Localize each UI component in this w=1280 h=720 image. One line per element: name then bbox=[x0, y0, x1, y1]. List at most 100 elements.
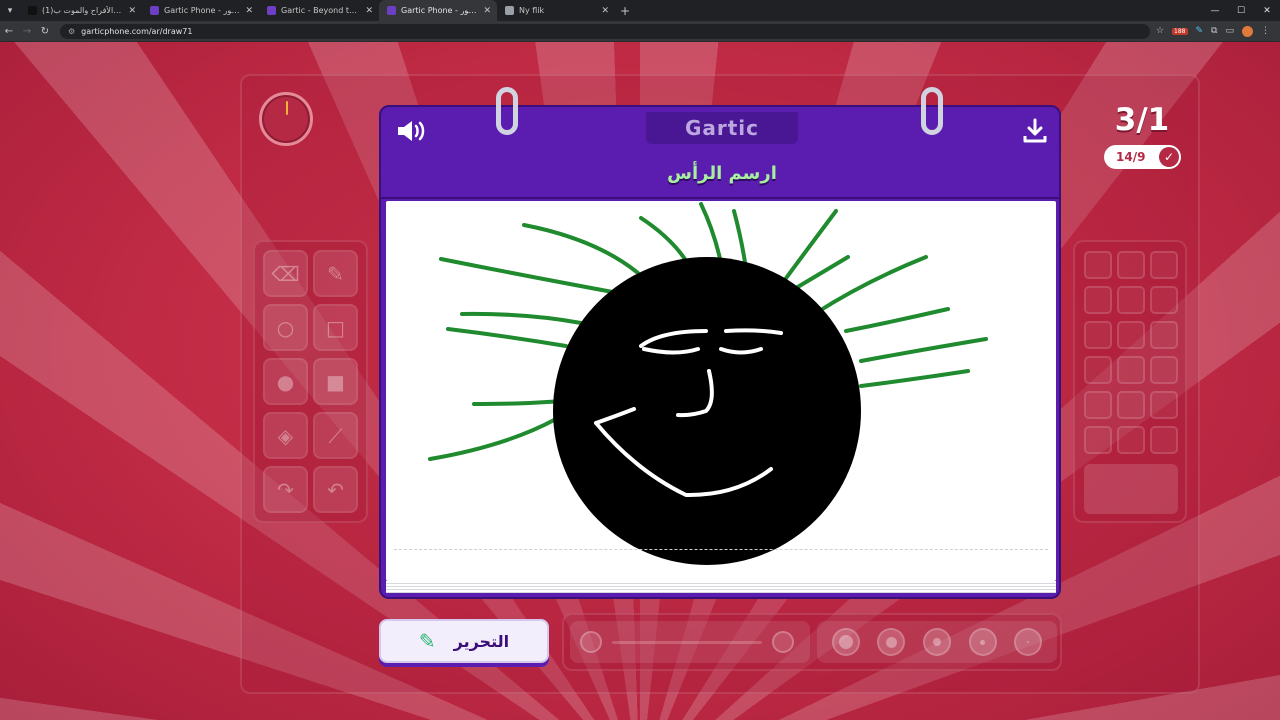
redo-button[interactable]: ↷ bbox=[263, 466, 308, 513]
color-swatch[interactable] bbox=[1150, 251, 1178, 279]
pencil-tool-button[interactable]: ✎ bbox=[313, 250, 358, 297]
url-field[interactable]: ⚙ garticphone.com/ar/draw71 bbox=[60, 23, 1150, 39]
brush-settings-bar bbox=[562, 613, 1062, 671]
gartic-icon bbox=[150, 6, 159, 15]
color-swatch[interactable] bbox=[1084, 391, 1112, 419]
drawing-notebook: Gartic ارسم الرأس bbox=[379, 87, 1061, 599]
brush-size-4[interactable] bbox=[968, 628, 997, 656]
color-swatch[interactable] bbox=[1150, 426, 1178, 454]
profile-avatar[interactable] bbox=[1242, 25, 1253, 37]
undo-button[interactable]: ↶ bbox=[313, 466, 358, 513]
slider-min-knob[interactable] bbox=[580, 631, 602, 653]
brush-size-dot bbox=[932, 638, 941, 646]
color-swatch[interactable] bbox=[1117, 391, 1145, 419]
round-counter: 3/1 bbox=[1114, 102, 1170, 138]
browser-tab[interactable]: Ny flik ✕ bbox=[497, 0, 615, 21]
undo-icon: ↶ bbox=[327, 477, 344, 502]
address-bar-row: ← → ↻ ⚙ garticphone.com/ar/draw71 ☆ 188 … bbox=[0, 21, 1280, 42]
edit-button[interactable]: ✎ التحرير bbox=[379, 619, 549, 663]
color-swatch[interactable] bbox=[1150, 356, 1178, 384]
brush-size-dot bbox=[838, 635, 853, 649]
hair-stroke bbox=[699, 202, 723, 265]
color-swatch[interactable] bbox=[1117, 286, 1145, 314]
color-swatch[interactable] bbox=[1117, 356, 1145, 384]
color-swatch[interactable] bbox=[1084, 356, 1112, 384]
browser-tab[interactable]: (1)مقارنة ثقافية: الأفراح والموت ب ✕ bbox=[20, 0, 142, 21]
tab-close-icon[interactable]: ✕ bbox=[128, 6, 136, 16]
download-icon[interactable] bbox=[1021, 117, 1049, 145]
circle-fill-icon: ● bbox=[276, 369, 295, 394]
brush-size-5[interactable] bbox=[1014, 628, 1043, 656]
maximize-button[interactable]: ☐ bbox=[1228, 0, 1254, 21]
color-palette-panel bbox=[1073, 240, 1187, 523]
back-button[interactable]: ← bbox=[0, 26, 18, 37]
circle-outline-tool-button[interactable]: ○ bbox=[263, 304, 308, 351]
color-swatch[interactable] bbox=[1150, 321, 1178, 349]
tab-close-icon[interactable]: ✕ bbox=[601, 6, 609, 16]
opacity-slider[interactable] bbox=[570, 621, 810, 663]
tab-search-button[interactable]: ▾ bbox=[0, 1, 20, 21]
color-swatch[interactable] bbox=[1150, 286, 1178, 314]
sound-icon[interactable] bbox=[395, 117, 427, 145]
browser-tab[interactable]: Gartic - Beyond the Lines ✕ bbox=[259, 0, 379, 21]
timer-clock bbox=[259, 92, 313, 146]
game-page: 3/1 14/9 ✓ ⌫ ✎ ○ □ ● ■ ◈ ⟋ ↷ ↶ Gartic ار… bbox=[0, 42, 1280, 720]
color-swatch[interactable] bbox=[1084, 426, 1112, 454]
extensions-puzzle-icon[interactable]: ⧉ bbox=[1211, 26, 1217, 36]
color-swatch[interactable] bbox=[1084, 321, 1112, 349]
brush-size-2[interactable] bbox=[877, 628, 906, 656]
hair-stroke bbox=[859, 337, 988, 363]
hair-stroke bbox=[428, 417, 558, 461]
slider-max-knob[interactable] bbox=[772, 631, 794, 653]
browser-tab[interactable]: Gartic Phone - الهاتف المكسور ✕ bbox=[142, 0, 259, 21]
extensions-area: ☆ 188 ✎ ⧉ ▭ ⋮ bbox=[1156, 25, 1280, 37]
timer-hand bbox=[286, 101, 288, 115]
color-swatch[interactable] bbox=[1084, 251, 1112, 279]
current-color-swatch[interactable] bbox=[1084, 464, 1178, 514]
circle-fill-tool-button[interactable]: ● bbox=[263, 358, 308, 405]
slider-track bbox=[612, 641, 762, 644]
new-tab-button[interactable]: + bbox=[615, 4, 635, 18]
tab-title: Gartic - Beyond the Lines bbox=[281, 6, 360, 15]
brush-size-1[interactable] bbox=[831, 628, 860, 656]
brush-size-3[interactable] bbox=[922, 628, 951, 656]
browser-tab[interactable]: Gartic Phone - الهاتف المكسور ✕ bbox=[379, 0, 497, 21]
notebook-ring-right bbox=[921, 87, 943, 135]
color-swatch[interactable] bbox=[1084, 286, 1112, 314]
url-text: garticphone.com/ar/draw71 bbox=[81, 26, 193, 36]
color-swatch[interactable] bbox=[1117, 251, 1145, 279]
browser-tab-bar: ▾ (1)مقارنة ثقافية: الأفراح والموت ب✕Gar… bbox=[0, 0, 1280, 21]
drawing-canvas[interactable] bbox=[386, 201, 1056, 581]
bucket-tool-button[interactable]: ◈ bbox=[263, 412, 308, 459]
site-info-icon[interactable]: ⚙ bbox=[68, 27, 75, 36]
tab-title: Gartic Phone - الهاتف المكسور bbox=[164, 6, 240, 15]
window-controls: — ☐ ✕ bbox=[1202, 0, 1280, 21]
tab-close-icon[interactable]: ✕ bbox=[365, 6, 373, 16]
color-swatch[interactable] bbox=[1150, 391, 1178, 419]
tab-close-icon[interactable]: ✕ bbox=[245, 6, 253, 16]
tab-title: (1)مقارنة ثقافية: الأفراح والموت ب bbox=[42, 6, 123, 15]
hair-stroke bbox=[446, 327, 568, 348]
minimize-button[interactable]: — bbox=[1202, 0, 1228, 21]
color-swatch[interactable] bbox=[1117, 321, 1145, 349]
reload-button[interactable]: ↻ bbox=[36, 26, 54, 37]
menu-icon[interactable]: ⋮ bbox=[1261, 26, 1270, 36]
translate-extension-icon[interactable]: ✎ bbox=[1196, 26, 1204, 36]
eraser-tool-button[interactable]: ⌫ bbox=[263, 250, 308, 297]
tab-strip: (1)مقارنة ثقافية: الأفراح والموت ب✕Garti… bbox=[20, 0, 615, 21]
rectangle-outline-tool-button[interactable]: □ bbox=[313, 304, 358, 351]
completed-counter: 14/9 ✓ bbox=[1104, 145, 1181, 169]
gartic-icon bbox=[387, 6, 396, 15]
bookmark-star-icon[interactable]: ☆ bbox=[1156, 26, 1164, 36]
rectangle-fill-tool-button[interactable]: ■ bbox=[313, 358, 358, 405]
gartic-icon bbox=[267, 6, 276, 15]
rectangle-fill-icon: ■ bbox=[326, 369, 345, 394]
forward-button[interactable]: → bbox=[18, 26, 36, 37]
tab-close-icon[interactable]: ✕ bbox=[483, 6, 491, 16]
extension-badge[interactable]: 188 bbox=[1172, 27, 1188, 35]
color-swatch[interactable] bbox=[1117, 426, 1145, 454]
line-tool-button[interactable]: ⟋ bbox=[313, 412, 358, 459]
color-grid bbox=[1084, 251, 1185, 454]
close-window-button[interactable]: ✕ bbox=[1254, 0, 1280, 21]
reading-list-icon[interactable]: ▭ bbox=[1225, 26, 1234, 36]
